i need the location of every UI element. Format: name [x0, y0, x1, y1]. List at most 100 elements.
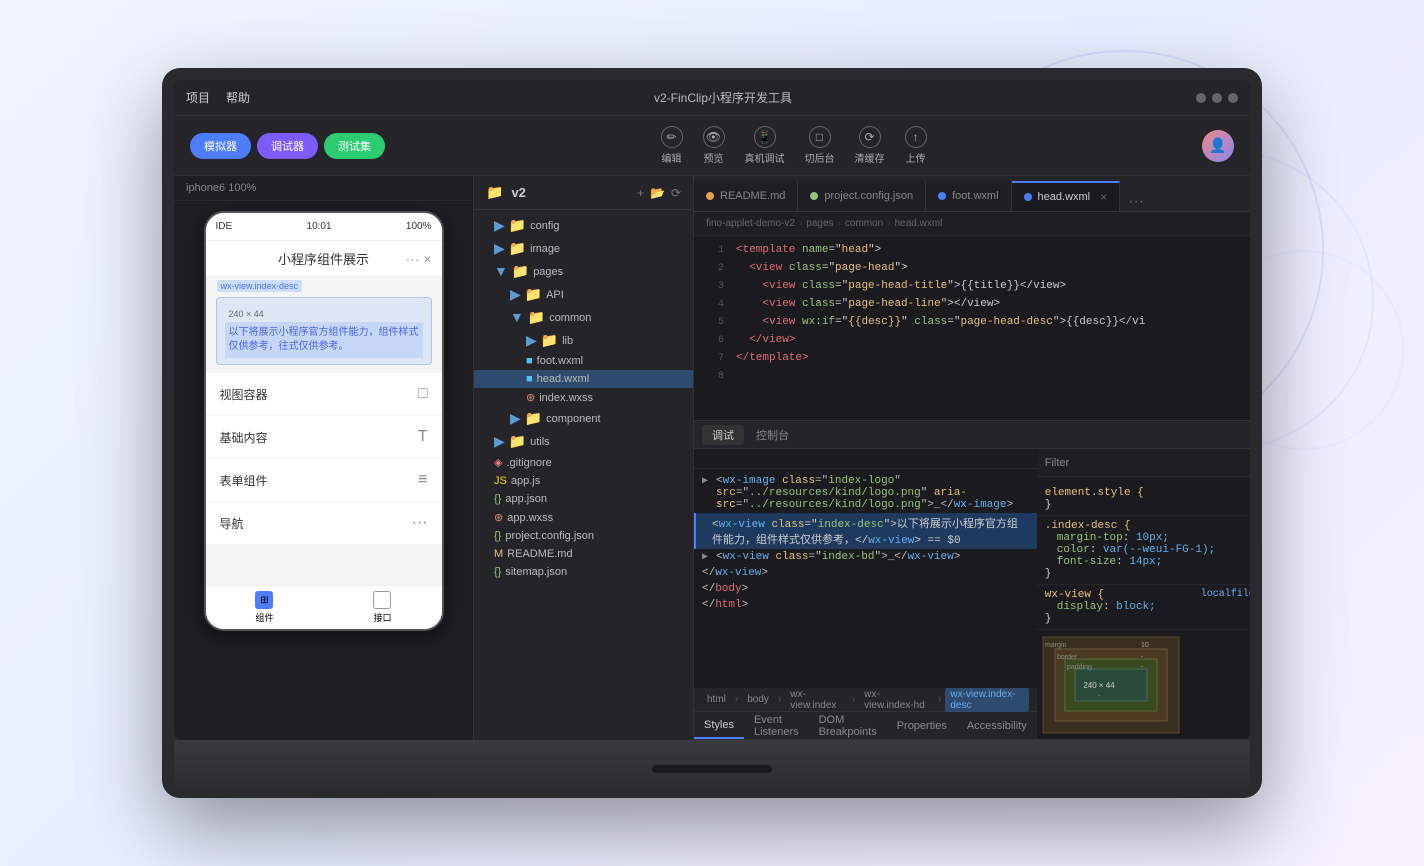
- action-preview[interactable]: 👁 预览: [703, 126, 725, 165]
- folder-icon: ▶ 📁: [510, 410, 542, 427]
- app-window: 项目 帮助 v2-FinClip小程序开发工具 模拟器 调试器 测试集: [174, 80, 1250, 740]
- tab-dot-foot: [938, 192, 946, 200]
- line-num-4: 4: [694, 298, 724, 310]
- styles-tab-dom-breakpoints[interactable]: DOM Breakpoints: [809, 712, 887, 739]
- action-background[interactable]: □ 切后台: [805, 126, 835, 165]
- dom-code-area: ▶ <wx-image class="index-logo" src="../r…: [694, 469, 1037, 688]
- nav-api-label: 接口: [373, 611, 391, 624]
- tree-item-pages-label: pages: [533, 266, 563, 278]
- tree-item-foot-wxml[interactable]: ■ foot.wxml: [474, 352, 693, 370]
- bp-tab-debug[interactable]: 调试: [702, 425, 744, 445]
- sel-body[interactable]: body: [742, 693, 774, 706]
- action-upload[interactable]: ↑ 上传: [905, 126, 927, 165]
- nav-item-api[interactable]: 接口: [373, 591, 391, 624]
- simulator-panel: iphone6 100% IDE 10:01 100% 小程序组件展示 ··· …: [174, 176, 474, 740]
- editor-tab-head[interactable]: head.wxml ×: [1012, 181, 1121, 211]
- tree-item-app-js[interactable]: JS app.js: [474, 472, 693, 490]
- code-lines: 1 <template name="head"> 2 <view class="…: [694, 236, 1250, 420]
- tree-item-common[interactable]: ▼ 📁 common: [474, 306, 693, 329]
- minimize-button[interactable]: [1196, 93, 1206, 103]
- editor-tab-foot[interactable]: foot.wxml: [926, 181, 1011, 211]
- phone-menu-item-form[interactable]: 表单组件 ≡: [206, 459, 442, 501]
- code-line-8: 8: [694, 370, 1250, 388]
- sel-wx-view-index-hd[interactable]: wx-view.index-hd: [859, 688, 934, 712]
- tree-item-app-json[interactable]: {} app.json: [474, 490, 693, 508]
- sel-wx-view-index-desc[interactable]: wx-view.index-desc: [945, 688, 1028, 712]
- file-tree-root: v2: [511, 185, 525, 200]
- styles-tab-styles[interactable]: Styles: [694, 712, 744, 739]
- action-device-label: 真机调试: [745, 150, 785, 165]
- style-val-fontsize: 14px;: [1129, 556, 1162, 568]
- tree-item-config[interactable]: ▶ 📁 config: [474, 214, 693, 237]
- new-file-icon[interactable]: +: [637, 186, 644, 200]
- laptop-hinge: [652, 765, 772, 773]
- style-val-color: var(--weui-FG-1);: [1103, 544, 1215, 556]
- tree-item-image[interactable]: ▶ 📁 image: [474, 237, 693, 260]
- editor-tab-project-config[interactable]: project.config.json: [798, 181, 926, 211]
- maximize-button[interactable]: [1212, 93, 1222, 103]
- action-clear[interactable]: ⟳ 清缓存: [855, 126, 885, 165]
- file-icon-wxml: ■: [526, 373, 533, 385]
- tab-head-label: head.wxml: [1038, 191, 1091, 203]
- styles-filter-bar: Filter :hov .cls +: [1037, 449, 1250, 477]
- styles-tab-events[interactable]: Event Listeners: [744, 712, 809, 739]
- nav-item-component[interactable]: ⊞ 组件: [255, 591, 273, 624]
- menu-item-views-label: 视图容器: [220, 386, 268, 403]
- tree-item-app-wxss[interactable]: ⊛ app.wxss: [474, 508, 693, 527]
- tree-item-index-wxss[interactable]: ⊛ index.wxss: [474, 388, 693, 407]
- menu-item-help[interactable]: 帮助: [226, 89, 250, 106]
- tree-item-gitignore[interactable]: ◈ .gitignore: [474, 453, 693, 472]
- styles-tab-properties[interactable]: Properties: [887, 712, 957, 739]
- bottom-content: ▶ <wx-image class="index-logo" src="../r…: [694, 449, 1250, 740]
- file-tree: 📁 v2 + 📂 ⟳ ▶ 📁 config: [474, 176, 694, 740]
- tree-item-project-config[interactable]: {} project.config.json: [474, 527, 693, 545]
- tab-testset[interactable]: 测试集: [324, 133, 385, 159]
- file-icon-wxss: ⊛: [494, 511, 503, 524]
- refresh-icon[interactable]: ⟳: [671, 186, 681, 200]
- close-button[interactable]: [1228, 93, 1238, 103]
- sel-wx-view-index[interactable]: wx-view.index: [785, 688, 848, 712]
- tab-simulator[interactable]: 模拟器: [190, 133, 251, 159]
- tree-item-readme[interactable]: M README.md: [474, 545, 693, 563]
- style-prop-color: color: [1057, 544, 1090, 556]
- phone-menu-item-basic[interactable]: 基础内容 T: [206, 416, 442, 458]
- phone-bottom-nav: ⊞ 组件 接口: [206, 585, 442, 629]
- dom-line-close-view-content: </wx-view>: [702, 567, 768, 579]
- tree-item-lib[interactable]: ▶ 📁 lib: [474, 329, 693, 352]
- phone-content: wx-view.index-desc 240 × 44 以下将展示小程序官方组件…: [206, 277, 442, 629]
- file-icon-json: {}: [494, 493, 501, 505]
- tree-item-api[interactable]: ▶ 📁 API: [474, 283, 693, 306]
- phone-title-dots[interactable]: ··· ×: [405, 251, 431, 267]
- line-num-7: 7: [694, 352, 724, 364]
- sel-html[interactable]: html: [702, 693, 731, 706]
- action-device-debug[interactable]: 📱 真机调试: [745, 126, 785, 165]
- action-clear-label: 清缓存: [855, 150, 885, 165]
- line-num-1: 1: [694, 244, 724, 256]
- phone-menu-item-nav[interactable]: 导航 ···: [206, 502, 442, 544]
- new-folder-icon[interactable]: 📂: [650, 186, 665, 200]
- tab-close-head[interactable]: ×: [1100, 190, 1107, 204]
- editor-tab-readme[interactable]: README.md: [694, 181, 798, 211]
- tab-debugger[interactable]: 调试器: [257, 133, 318, 159]
- action-edit[interactable]: ✏ 编辑: [661, 126, 683, 165]
- tree-item-sitemap[interactable]: {} sitemap.json: [474, 563, 693, 581]
- tree-item-utils[interactable]: ▶ 📁 utils: [474, 430, 693, 453]
- tree-item-pages[interactable]: ▼ 📁 pages: [474, 260, 693, 283]
- menu-item-form-label: 表单组件: [220, 472, 268, 489]
- upload-icon: ↑: [905, 126, 927, 148]
- user-avatar[interactable]: 👤: [1202, 130, 1234, 162]
- style-source-link-2[interactable]: localfile:/_index.css:2: [1201, 589, 1250, 601]
- svg-text:padding: padding: [1067, 664, 1092, 671]
- breadcrumb-sep-2: ›: [838, 218, 841, 229]
- file-icon-js: JS: [494, 475, 507, 487]
- phone-menu-item-views[interactable]: 视图容器 □: [206, 373, 442, 415]
- editor-area: README.md project.config.json foot.wxml: [694, 176, 1250, 740]
- tab-more-button[interactable]: ···: [1120, 193, 1152, 211]
- dom-line-close-body-content: </body>: [702, 583, 748, 595]
- menu-item-project[interactable]: 项目: [186, 89, 210, 106]
- tree-item-component[interactable]: ▶ 📁 component: [474, 407, 693, 430]
- styles-tab-accessibility[interactable]: Accessibility: [957, 712, 1037, 739]
- tree-item-head-wxml[interactable]: ■ head.wxml: [474, 370, 693, 388]
- bp-tab-console[interactable]: 控制台: [746, 425, 799, 445]
- menu-item-nav-label: 导航: [220, 515, 244, 532]
